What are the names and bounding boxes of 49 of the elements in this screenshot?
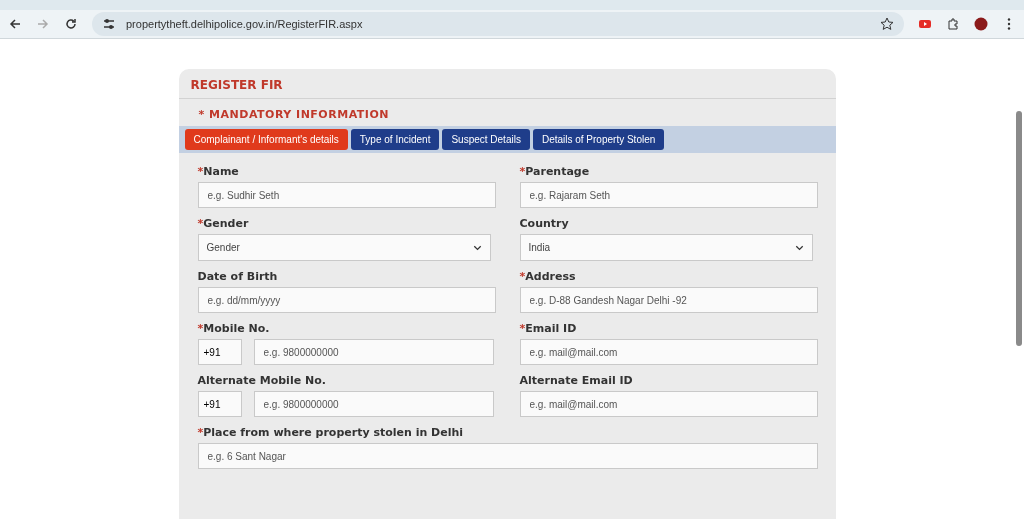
address-bar[interactable]: propertytheft.delhipolice.gov.in/RegisterFIR.aspx (92, 12, 904, 36)
scrollbar-thumb[interactable] (1016, 111, 1022, 346)
field-label: Address (525, 270, 576, 283)
required-mark: * (197, 217, 204, 230)
input-field[interactable]: e.g. mail@mail.com (519, 391, 818, 417)
required-mark: * (519, 270, 526, 283)
required-mark: * (197, 322, 204, 335)
input-field[interactable]: e.g. 9800000000 (253, 391, 494, 417)
mandatory-note: * MANDATORY INFORMATION (197, 107, 390, 123)
input-field[interactable]: e.g. Sudhir Seth (197, 182, 496, 208)
reload-icon[interactable] (64, 17, 78, 31)
form-title: REGISTER FIR (178, 69, 836, 99)
url-text: propertytheft.delhipolice.gov.in/RegisterFIR.aspx (126, 18, 364, 30)
chevron-down-icon (794, 243, 804, 252)
tab[interactable]: Type of Incident (350, 129, 440, 150)
tab[interactable]: Suspect Details (442, 129, 530, 150)
country-code-field[interactable]: +91 (197, 391, 242, 417)
field-label: Date of Birth (197, 270, 278, 283)
dropdown[interactable]: Gender (197, 234, 491, 261)
tab[interactable]: Complainant / Informant's details (184, 129, 348, 150)
field-label: Alternate Email ID (519, 374, 633, 387)
required-mark: * (197, 165, 204, 178)
required-mark: * (197, 426, 204, 439)
field-label: Parentage (525, 165, 590, 178)
field-label: Gender (203, 217, 249, 230)
video-icon[interactable] (918, 17, 932, 31)
field-label: Alternate Mobile No. (197, 374, 326, 387)
field-label: Email ID (525, 322, 577, 335)
dropdown[interactable]: India (519, 234, 813, 261)
field-label: Name (203, 165, 239, 178)
avatar-icon[interactable] (974, 17, 988, 31)
input-field[interactable]: e.g. D-88 Gandesh Nagar Delhi -92 (519, 287, 818, 313)
input-field[interactable]: e.g. Rajaram Seth (519, 182, 818, 208)
input-field[interactable]: e.g. 9800000000 (253, 339, 494, 365)
required-mark: * (519, 322, 526, 335)
field-label: Country (519, 217, 569, 230)
site-settings-icon[interactable] (102, 17, 116, 31)
field-label: Mobile No. (203, 322, 270, 335)
back-icon[interactable] (8, 17, 22, 31)
star-icon[interactable] (880, 17, 894, 31)
country-code-field[interactable]: +91 (197, 339, 242, 365)
field-label: Place from where property stolen in Delhi (203, 426, 464, 439)
tab[interactable]: Details of Property Stolen (532, 129, 665, 150)
input-field[interactable]: e.g. mail@mail.com (519, 339, 818, 365)
input-field[interactable]: e.g. 6 Sant Nagar (197, 443, 818, 469)
extensions-icon[interactable] (946, 17, 960, 31)
input-field[interactable]: e.g. dd/mm/yyyy (197, 287, 496, 313)
required-mark: * (519, 165, 526, 178)
chevron-down-icon (472, 243, 482, 252)
